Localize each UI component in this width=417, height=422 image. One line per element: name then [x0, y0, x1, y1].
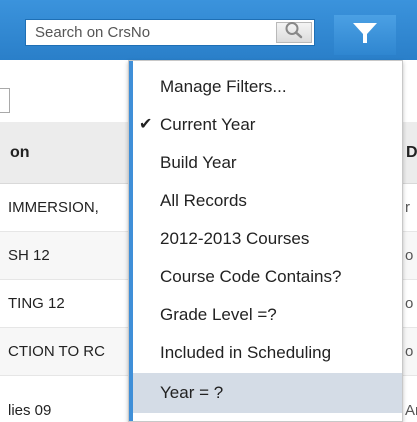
top-toolbar [0, 0, 417, 60]
table-cell: SH 12 [8, 247, 50, 264]
checkmark-icon: ✔ [139, 116, 153, 133]
table-cell: o [405, 295, 414, 312]
menu-item-label: Build Year [160, 153, 237, 172]
filter-dropdown-menu: Manage Filters... ✔ Current Year Build Y… [128, 60, 403, 422]
menu-item-2012-2013-courses[interactable]: 2012-2013 Courses [133, 220, 402, 258]
menu-item-label: Year = ? [160, 383, 224, 402]
menu-item-label: 2012-2013 Courses [160, 229, 310, 248]
menu-item-label: Manage Filters... [160, 77, 287, 96]
funnel-icon [352, 21, 378, 50]
menu-item-label: Course Code Contains? [160, 267, 342, 286]
menu-item-included-in-scheduling[interactable]: Included in Scheduling [133, 334, 402, 372]
table-cell: o [405, 247, 414, 264]
column-header-description[interactable]: on [10, 144, 30, 162]
search-button[interactable] [276, 22, 312, 43]
search-box [25, 19, 315, 46]
table-cell: lies 09 [8, 402, 52, 419]
menu-item-all-records[interactable]: All Records [133, 182, 402, 220]
table-cell: Ann [405, 402, 417, 419]
search-input[interactable] [26, 20, 276, 45]
menu-item-manage-filters[interactable]: Manage Filters... [133, 68, 402, 106]
table-cell: o [405, 343, 414, 360]
menu-item-build-year[interactable]: Build Year [133, 144, 402, 182]
magnifier-icon [284, 21, 304, 44]
menu-item-label: Included in Scheduling [160, 343, 332, 362]
menu-item-course-code-contains[interactable]: Course Code Contains? [133, 258, 402, 296]
menu-item-current-year[interactable]: ✔ Current Year [133, 106, 402, 144]
table-cell: CTION TO RC [8, 343, 105, 360]
menu-item-year[interactable]: Year = ? [133, 373, 402, 413]
column-header-next[interactable]: D [406, 144, 417, 162]
toolbar-input[interactable] [0, 88, 10, 113]
menu-item-label: Current Year [160, 115, 256, 134]
table-cell: IMMERSION, [8, 199, 99, 216]
filter-button[interactable] [334, 15, 396, 55]
menu-item-grade-level[interactable]: Grade Level =? [133, 296, 402, 334]
table-cell: TING 12 [8, 295, 65, 312]
menu-item-label: Grade Level =? [160, 305, 277, 324]
table-cell: r [405, 199, 410, 216]
menu-item-label: All Records [160, 191, 247, 210]
